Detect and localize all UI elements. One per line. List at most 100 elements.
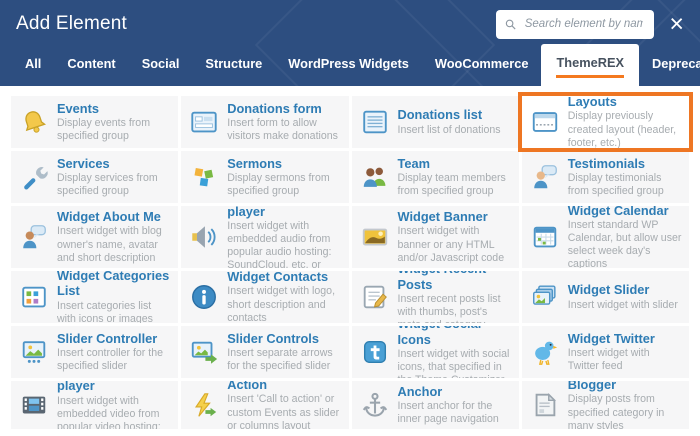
blogger-doc-icon [529,389,561,421]
element-title: Testimonials [567,155,646,171]
element-widget-audio-player[interactable]: Widget Audio player Insert widget with e… [181,206,349,268]
element-widget-categories-list[interactable]: Widget Categories List Insert categories… [11,271,179,323]
element-widget-twitter[interactable]: Widget Twitter Insert widget with Twitte… [521,326,689,378]
element-layouts[interactable]: Layouts Display previously created layou… [521,96,689,148]
element-description: Display testimonials from specified grou… [567,172,664,198]
element-widget-banner[interactable]: Widget Banner Insert widget with banner … [351,206,519,268]
element-action[interactable]: Action Insert 'Call to action' or custom… [181,381,349,429]
element-slider-controls[interactable]: Slider Controls Insert separate arrows f… [181,326,349,378]
element-widget-calendar[interactable]: Widget Calendar Insert standard WP Calen… [521,206,689,268]
element-description: Insert widget with Twitter feed [567,347,650,373]
element-anchor[interactable]: Anchor Insert anchor for the inner page … [351,381,519,429]
twitter-bird-icon [529,336,561,368]
layout-window-icon [529,106,561,138]
element-description: Insert widget with embedded audio from p… [227,220,332,268]
element-title: Widget Calendar [567,206,669,218]
testimonial-bubble-icon [529,161,561,193]
tab-bar: All Content Social Structure WordPress Widge… [0,42,700,86]
element-title: Sermons [227,155,283,171]
element-description: Display services from specified group [57,172,158,198]
element-widget-contacts[interactable]: Widget Contacts Insert widget with logo,… [181,271,349,323]
element-description: Insert standard WP Calendar, but allow u… [567,218,682,268]
tab-social[interactable]: Social [129,44,193,86]
element-donations-list[interactable]: Donations list Insert list of donations [351,96,519,148]
tab-woocommerce[interactable]: WooCommerce [422,44,542,86]
element-description: Insert widget with social icons, that sp… [397,348,510,378]
element-description: Display posts from specified category in… [567,393,665,429]
tab-themerex[interactable]: ThemeREX [541,44,640,86]
categories-grid-icon [18,281,50,313]
add-element-dialog: Add Element × AllContentSocialStructureW… [0,0,700,436]
element-widget-social-icons[interactable]: Widget Social Icons Insert widget with s… [351,326,519,378]
element-sermons[interactable]: Sermons Display sermons from specified g… [181,151,349,203]
list-table-icon [359,106,391,138]
tab-all[interactable]: All [12,44,54,86]
element-title: Events [57,100,99,116]
element-description: Insert recent posts list with thumbs, po… [397,293,501,323]
element-testimonials[interactable]: Testimonials Display testimonials from s… [521,151,689,203]
element-title: Widget Social Icons [397,326,482,347]
element-widget-video-player[interactable]: Widget Video player Insert widget with e… [11,381,179,429]
close-icon[interactable]: × [669,11,684,37]
tab-content[interactable]: Content [54,44,128,86]
element-description: Display events from specified group [57,117,151,143]
search-box[interactable] [496,9,655,39]
element-description: Display previously created layout (heade… [567,110,677,148]
element-description: Display sermons from specified group [227,172,330,198]
element-description: Insert separate arrows for the specified… [227,347,333,373]
element-description: Insert categories list with icons or ima… [57,299,153,323]
tab-deprecated[interactable]: Deprecated [639,44,700,86]
element-widget-about-me[interactable]: Widget About Me Insert widget with blog … [11,206,179,268]
element-services[interactable]: Services Display services from specified… [11,151,179,203]
element-title: Widget Audio player [227,206,265,219]
search-icon [506,19,517,29]
element-description: Insert widget with slider [567,298,678,311]
wrench-icon [18,161,50,193]
element-title: Widget Twitter [567,330,655,346]
element-slider-controller[interactable]: Slider Controller Insert controller for … [11,326,179,378]
element-title: Widget Contacts [227,271,329,285]
element-donations-form[interactable]: Donations form Insert form to allow visi… [181,96,349,148]
calendar-icon [529,221,561,253]
about-me-icon [18,221,50,253]
slider-stack-icon [529,281,561,313]
element-widget-slider[interactable]: Widget Slider Insert widget with slider [521,271,689,323]
slider-controller-icon [18,336,50,368]
film-strip-icon [18,389,50,421]
element-title: Services [57,155,110,171]
bell-icon [18,106,50,138]
element-title: Slider Controls [227,330,319,346]
element-title: Widget Recent Posts [397,271,487,292]
element-title: Widget Video player [57,381,95,394]
element-description: Insert controller for the specified slid… [57,347,163,373]
element-title: Slider Controller [57,330,158,346]
recent-posts-icon [359,281,391,313]
element-description: Insert widget with logo, short descripti… [227,285,336,323]
cubes-icon [188,161,220,193]
element-title: Donations form [227,100,322,116]
anchor-icon [359,389,391,421]
element-grid: Events Display events from specified gro… [0,86,700,429]
element-description: Insert widget with embedded video from p… [57,394,161,429]
element-title: Action [227,381,268,393]
lightning-icon [188,389,220,421]
element-title: Anchor [397,383,443,399]
tab-structure[interactable]: Structure [192,44,275,86]
element-title: Donations list [397,107,483,123]
element-team[interactable]: Team Display team members from specified… [351,151,519,203]
element-title: Blogger [567,381,617,393]
element-description: Insert widget with blog owner's name, av… [57,225,162,264]
info-circle-icon [188,281,220,313]
banner-image-icon [359,221,391,253]
element-description: Insert widget with banner or any HTML an… [397,225,505,264]
search-input[interactable] [522,17,646,31]
slider-controls-icon [188,336,220,368]
tab-wordpress-widgets[interactable]: WordPress Widgets [275,44,422,86]
team-icon [359,161,391,193]
element-blogger[interactable]: Blogger Display posts from specified cat… [521,381,689,429]
element-events[interactable]: Events Display events from specified gro… [11,96,179,148]
element-description: Insert 'Call to action' or custom Events… [227,393,340,429]
element-widget-recent-posts[interactable]: Widget Recent Posts Insert recent posts … [351,271,519,323]
element-title: Widget Banner [397,209,488,225]
speaker-icon [188,221,220,253]
